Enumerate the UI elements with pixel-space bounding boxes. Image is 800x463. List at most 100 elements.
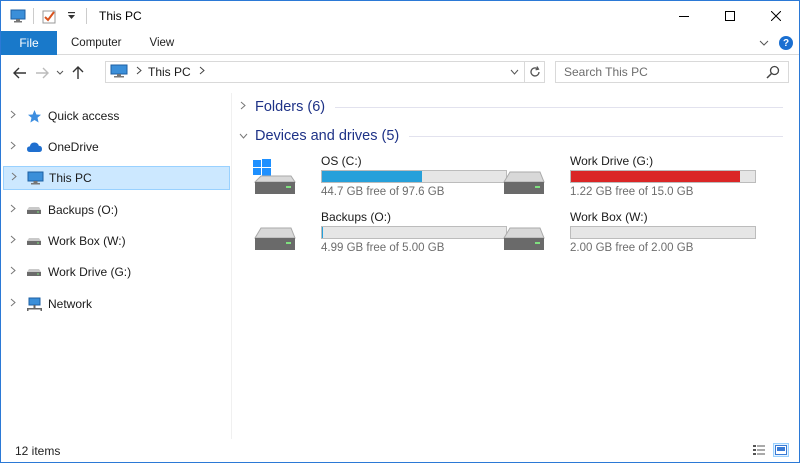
navigation-pane: Quick access OneDrive This PC Backups (O…	[1, 93, 232, 439]
tab-file[interactable]: File	[1, 30, 57, 55]
expand-ribbon-icon[interactable]	[759, 36, 769, 50]
expand-chevron-icon[interactable]	[3, 141, 23, 153]
quick-access-toolbar	[1, 1, 93, 31]
title-bar: This PC	[1, 1, 799, 31]
expand-chevron-icon[interactable]	[3, 204, 23, 216]
group-label: Devices and drives (5)	[255, 128, 400, 144]
drive-icon	[251, 214, 299, 254]
nav-item-label: Backups (O:)	[48, 203, 119, 217]
nav-item-label: Work Box (W:)	[48, 234, 126, 248]
nav-item-onedrive[interactable]: OneDrive	[3, 135, 230, 159]
cloud-icon	[25, 139, 43, 155]
drive-name: OS (C:)	[321, 154, 362, 168]
drive-icon	[25, 264, 43, 280]
drive-free-space: 2.00 GB free of 2.00 GB	[570, 242, 694, 254]
nav-item-network[interactable]: Network	[3, 292, 230, 316]
computer-icon	[26, 170, 44, 186]
nav-item-label: Quick access	[48, 109, 120, 123]
drive-usage-bar	[570, 226, 756, 239]
drive-tile[interactable]: OS (C:) 44.7 GB free of 97.6 GB	[251, 154, 507, 202]
content-pane: Folders (6) Devices and drives (5) OS (C…	[233, 93, 799, 439]
group-divider	[409, 135, 783, 137]
nav-item-label: This PC	[49, 171, 92, 185]
group-header-folders[interactable]: Folders (6)	[233, 96, 793, 118]
drive-usage-bar	[321, 170, 507, 183]
maximize-button[interactable]	[707, 1, 753, 31]
forward-button[interactable]	[31, 62, 53, 84]
toolbar-divider	[33, 8, 34, 24]
close-button[interactable]	[753, 1, 799, 31]
ribbon-tabs: File Computer View ?	[1, 30, 799, 55]
properties-icon[interactable]	[40, 7, 58, 25]
nav-item-label: Work Drive (G:)	[48, 265, 132, 279]
drive-icon	[500, 214, 548, 254]
nav-item-label: OneDrive	[48, 140, 99, 154]
expand-chevron-icon[interactable]	[3, 298, 23, 310]
nav-item-work-drive[interactable]: Work Drive (G:)	[3, 260, 230, 284]
minimize-button[interactable]	[661, 1, 707, 31]
status-bar: 12 items	[1, 439, 799, 462]
window-controls	[661, 1, 799, 31]
ribbon-right: ?	[759, 31, 793, 55]
nav-item-backups[interactable]: Backups (O:)	[3, 198, 230, 222]
view-switcher	[751, 443, 789, 457]
expand-chevron-icon[interactable]	[3, 235, 23, 247]
network-icon	[25, 296, 43, 312]
drive-icon	[500, 158, 548, 198]
address-dropdown-button[interactable]	[504, 62, 524, 82]
customize-toolbar-icon[interactable]	[62, 7, 80, 25]
drive-name: Work Box (W:)	[570, 210, 648, 224]
up-button[interactable]	[67, 62, 89, 84]
navigation-bar: This PC	[1, 55, 799, 91]
expand-chevron-icon[interactable]	[3, 110, 23, 122]
address-bar-actions	[504, 62, 544, 82]
nav-item-quick-access[interactable]: Quick access	[3, 104, 230, 128]
drive-tile[interactable]: Work Drive (G:) 1.22 GB free of 15.0 GB	[500, 154, 756, 202]
drive-usage-fill	[322, 171, 422, 182]
drive-icon	[25, 233, 43, 249]
tab-view[interactable]: View	[136, 31, 189, 55]
window-title: This PC	[99, 9, 142, 23]
nav-item-label: Network	[48, 297, 93, 311]
group-label: Folders (6)	[255, 99, 326, 115]
expand-chevron-icon[interactable]	[4, 172, 24, 184]
star-icon	[25, 108, 43, 124]
drive-tile[interactable]: Work Box (W:) 2.00 GB free of 2.00 GB	[500, 210, 756, 258]
search-box[interactable]	[555, 61, 789, 83]
tab-computer[interactable]: Computer	[57, 31, 136, 55]
computer-icon[interactable]	[9, 7, 27, 25]
drive-usage-bar	[570, 170, 756, 183]
group-header-devices[interactable]: Devices and drives (5)	[233, 125, 793, 147]
drive-tile[interactable]: Backups (O:) 4.99 GB free of 5.00 GB	[251, 210, 507, 258]
drive-name: Work Drive (G:)	[570, 154, 654, 168]
address-bar[interactable]: This PC	[105, 61, 545, 83]
drive-free-space: 1.22 GB free of 15.0 GB	[570, 186, 694, 198]
expand-chevron-icon[interactable]	[3, 266, 23, 278]
details-view-icon[interactable]	[751, 443, 767, 457]
search-icon[interactable]	[766, 65, 780, 82]
drive-usage-fill	[571, 171, 741, 182]
breadcrumb-chevron-icon[interactable]	[199, 66, 205, 78]
item-count: 12 items	[15, 443, 61, 458]
drive-free-space: 4.99 GB free of 5.00 GB	[321, 242, 445, 254]
recent-locations-button[interactable]	[53, 62, 67, 84]
drive-free-space: 44.7 GB free of 97.6 GB	[321, 186, 445, 198]
breadcrumb-chevron-icon[interactable]	[136, 66, 142, 78]
windows-drive-icon	[251, 158, 299, 198]
back-button[interactable]	[9, 62, 31, 84]
breadcrumb-this-pc[interactable]: This PC	[148, 65, 191, 79]
help-icon[interactable]: ?	[779, 36, 793, 50]
nav-item-this-pc[interactable]: This PC	[3, 166, 230, 190]
refresh-button[interactable]	[524, 62, 544, 82]
group-divider	[335, 106, 783, 108]
computer-icon	[110, 64, 128, 81]
large-icons-view-icon[interactable]	[773, 443, 789, 457]
expand-chevron-icon[interactable]	[233, 101, 253, 113]
explorer-window: This PC File Computer View ? This PC Sea…	[0, 0, 800, 463]
nav-item-work-box[interactable]: Work Box (W:)	[3, 229, 230, 253]
drive-icon	[25, 202, 43, 218]
drive-usage-bar	[321, 226, 507, 239]
search-input[interactable]	[564, 65, 754, 79]
collapse-chevron-icon[interactable]	[233, 130, 253, 142]
drive-name: Backups (O:)	[321, 210, 392, 224]
